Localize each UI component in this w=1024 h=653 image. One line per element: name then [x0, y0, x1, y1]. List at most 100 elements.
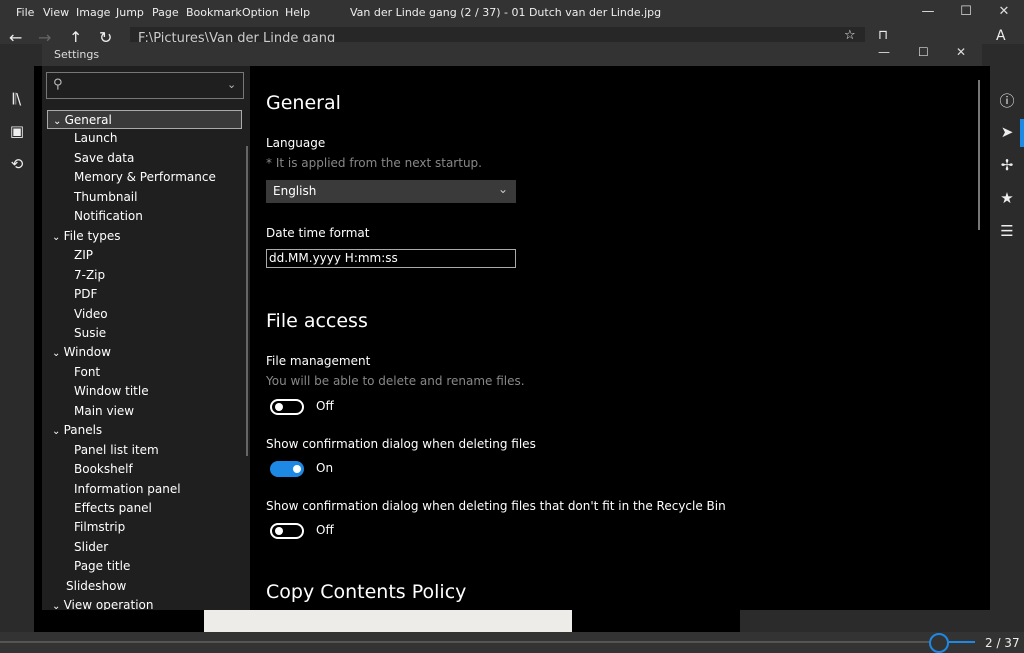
- tree-item[interactable]: Panel list item: [74, 441, 159, 460]
- language-label: Language: [266, 136, 326, 150]
- tree-item-label: Information panel: [74, 481, 181, 496]
- tree-item[interactable]: Page title: [74, 557, 130, 576]
- section-title-copy-policy: Copy Contents Policy: [266, 581, 467, 603]
- language-select[interactable]: English ⌄: [266, 180, 516, 203]
- tree-item-label: 7-Zip: [74, 267, 106, 282]
- tree-item-label: Window title: [74, 384, 149, 399]
- tree-item-label: Video: [74, 306, 108, 321]
- confirm-delete-label: Show confirmation dialog when deleting f…: [266, 437, 536, 451]
- menu-bookmark[interactable]: Bookmark: [186, 6, 242, 19]
- tree-item[interactable]: Font: [74, 363, 100, 382]
- menu-file[interactable]: File: [16, 6, 34, 19]
- file-management-note: You will be able to delete and rename fi…: [266, 374, 525, 388]
- window-title: Van der Linde gang (2 / 37) - 01 Dutch v…: [350, 6, 662, 19]
- confirm-delete-toggle[interactable]: [270, 461, 304, 477]
- tree-item[interactable]: Window title: [74, 382, 149, 401]
- file-management-toggle[interactable]: [270, 399, 304, 415]
- settings-close-button[interactable]: ✕: [956, 45, 966, 59]
- tree-item[interactable]: Filmstrip: [74, 518, 125, 537]
- chevron-down-icon[interactable]: ⌄: [52, 601, 64, 610]
- tree-item[interactable]: ⌄ Window: [52, 343, 111, 362]
- page-slider-track[interactable]: [0, 641, 975, 643]
- minimize-button[interactable]: —: [918, 4, 938, 19]
- tree-item[interactable]: Launch: [74, 129, 117, 148]
- tree-item[interactable]: Effects panel: [74, 499, 152, 518]
- info-icon[interactable]: ⓘ: [990, 90, 1024, 111]
- bookshelf-icon[interactable]: 𝄃\: [0, 90, 34, 108]
- tree-item-label: View operation: [63, 598, 154, 610]
- tree-item[interactable]: Thumbnail: [74, 188, 137, 207]
- page-slider-fill: [949, 641, 975, 643]
- menu-option[interactable]: Option: [242, 6, 279, 19]
- chevron-down-icon[interactable]: ⌄: [227, 78, 236, 91]
- maximize-button[interactable]: ☐: [956, 4, 976, 19]
- address-bar[interactable]: F:\Pictures\Van der Linde gang: [130, 27, 865, 42]
- confirm-delete-state: On: [316, 461, 334, 475]
- tree-item-label: File types: [63, 228, 121, 243]
- settings-maximize-button[interactable]: ☐: [918, 45, 929, 59]
- pagelist-icon[interactable]: ▣: [0, 122, 34, 140]
- tree-item[interactable]: Video: [74, 305, 108, 324]
- tree-item-label: Launch: [74, 131, 118, 146]
- bookmark-star-icon[interactable]: ☆: [844, 28, 856, 43]
- menu-page[interactable]: Page: [152, 6, 179, 19]
- font-size-icon[interactable]: A: [996, 28, 1006, 44]
- effects-icon[interactable]: ✢: [990, 156, 1024, 174]
- section-title-file-access: File access: [266, 310, 368, 332]
- menu-help[interactable]: Help: [285, 6, 310, 19]
- chevron-down-icon[interactable]: ⌄: [52, 232, 64, 243]
- tree-item-label: Page title: [74, 559, 131, 574]
- close-button[interactable]: ✕: [994, 4, 1014, 19]
- settings-search-input[interactable]: ⚲ ⌄: [46, 72, 244, 99]
- history-icon[interactable]: ⟲: [0, 155, 34, 173]
- section-title-general: General: [266, 92, 341, 114]
- tree-item-label: Window: [63, 345, 111, 360]
- tree-item[interactable]: PDF: [74, 285, 97, 304]
- tree-item-label: ZIP: [74, 248, 93, 263]
- content-scrollbar[interactable]: [978, 80, 980, 230]
- confirm-recycle-toggle[interactable]: [270, 523, 304, 539]
- playlist-icon[interactable]: ☰: [990, 222, 1024, 240]
- tree-item[interactable]: Information panel: [74, 480, 181, 499]
- tree-scrollbar[interactable]: [246, 146, 248, 456]
- tree-item-label: Panels: [63, 423, 103, 438]
- tree-item[interactable]: Susie: [74, 324, 106, 343]
- datetime-label: Date time format: [266, 226, 370, 240]
- back-icon[interactable]: ←: [9, 28, 22, 47]
- page-mode-icon[interactable]: ⊓: [878, 28, 888, 43]
- confirm-recycle-label: Show confirmation dialog when deleting f…: [266, 499, 726, 513]
- tree-item[interactable]: Slideshow: [66, 577, 126, 596]
- tree-item[interactable]: Memory & Performance: [74, 168, 216, 187]
- datetime-input[interactable]: dd.MM.yyyy H:mm:ss: [266, 249, 516, 268]
- chevron-down-icon[interactable]: ⌄: [53, 116, 65, 127]
- chevron-down-icon[interactable]: ⌄: [52, 426, 64, 437]
- navigator-icon[interactable]: ➤: [990, 123, 1024, 141]
- tree-item[interactable]: Main view: [74, 402, 134, 421]
- page-slider-thumb[interactable]: [929, 633, 949, 653]
- tree-item[interactable]: ⌄ Panels: [52, 421, 102, 440]
- tree-item[interactable]: Bookshelf: [74, 460, 133, 479]
- tree-item[interactable]: 7-Zip: [74, 266, 105, 285]
- language-note: * It is applied from the next startup.: [266, 156, 482, 170]
- tree-item[interactable]: Slider: [74, 538, 108, 557]
- confirm-recycle-state: Off: [316, 523, 334, 537]
- right-sidebar: ⓘ ➤ ✢ ★ ☰: [990, 66, 1024, 632]
- menu-jump[interactable]: Jump: [116, 6, 144, 19]
- language-value: English: [273, 184, 317, 198]
- tree-item[interactable]: ⌄ General: [47, 110, 242, 129]
- tree-item[interactable]: ⌄ File types: [52, 227, 121, 246]
- settings-minimize-button[interactable]: —: [878, 45, 890, 59]
- active-indicator: [1020, 119, 1024, 147]
- tree-item-label: Slideshow: [66, 578, 127, 593]
- bookmark-icon[interactable]: ★: [990, 189, 1024, 207]
- settings-tree: ⚲ ⌄ ⌄ General Launch Save data Memory & Per…: [42, 66, 250, 610]
- tree-item[interactable]: ⌄ View operation: [52, 596, 153, 610]
- tree-item[interactable]: Save data: [74, 149, 134, 168]
- tree-item[interactable]: Notification: [74, 207, 143, 226]
- menu-view[interactable]: View: [43, 6, 69, 19]
- tree-item[interactable]: ZIP: [74, 246, 93, 265]
- menu-image[interactable]: Image: [76, 6, 110, 19]
- chevron-down-icon[interactable]: ⌄: [52, 348, 64, 359]
- page-indicator: 2 / 37: [985, 636, 1020, 650]
- search-icon: ⚲: [53, 77, 63, 92]
